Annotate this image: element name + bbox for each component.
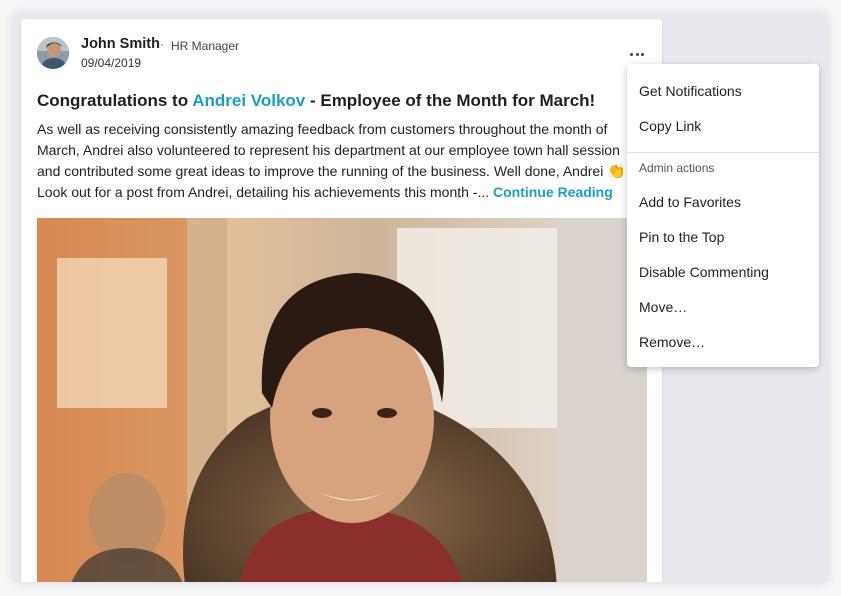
app-frame: John Smith · HR Manager 09/04/2019 Congr…: [14, 14, 827, 582]
post-body-text: As well as receiving consistently amazin…: [37, 121, 620, 179]
menu-item-remove[interactable]: Remove…: [627, 325, 819, 359]
post-image[interactable]: [37, 218, 647, 582]
post-title-prefix: Congratulations to: [37, 91, 193, 110]
menu-item-add-to-favorites[interactable]: Add to Favorites: [627, 185, 819, 219]
mention-link[interactable]: Andrei Volkov: [192, 91, 305, 110]
more-options-button[interactable]: [627, 43, 647, 61]
post-date: 09/04/2019: [81, 56, 142, 70]
clapping-hands-icon: 👏: [607, 163, 626, 180]
post-options-menu: Get Notifications Copy Link Admin action…: [627, 64, 819, 367]
post-title-suffix: - Employee of the Month for March!: [305, 91, 596, 110]
post-body-text-continued: Look out for a post from Andrei, detaili…: [37, 184, 494, 200]
menu-item-copy-link[interactable]: Copy Link: [627, 109, 819, 143]
post-photo: [37, 218, 647, 582]
more-horizontal-icon: [629, 43, 645, 61]
menu-section-admin-actions: Admin actions: [639, 161, 715, 175]
author-name[interactable]: John Smith: [81, 36, 160, 52]
post-title: Congratulations to Andrei Volkov - Emplo…: [37, 91, 637, 111]
menu-item-move[interactable]: Move…: [627, 290, 819, 324]
menu-item-get-notifications[interactable]: Get Notifications: [627, 74, 819, 108]
menu-item-disable-commenting[interactable]: Disable Commenting: [627, 255, 819, 289]
menu-divider: [627, 152, 819, 153]
menu-item-pin-to-top[interactable]: Pin to the Top: [627, 220, 819, 254]
author-role: HR Manager: [171, 39, 240, 53]
post-body: As well as receiving consistently amazin…: [37, 119, 637, 203]
avatar-image: [37, 37, 69, 69]
author-separator: ·: [160, 37, 164, 51]
post-card: John Smith · HR Manager 09/04/2019 Congr…: [21, 19, 662, 582]
continue-reading-link[interactable]: Continue Reading: [493, 184, 613, 200]
author-avatar[interactable]: [37, 37, 69, 69]
